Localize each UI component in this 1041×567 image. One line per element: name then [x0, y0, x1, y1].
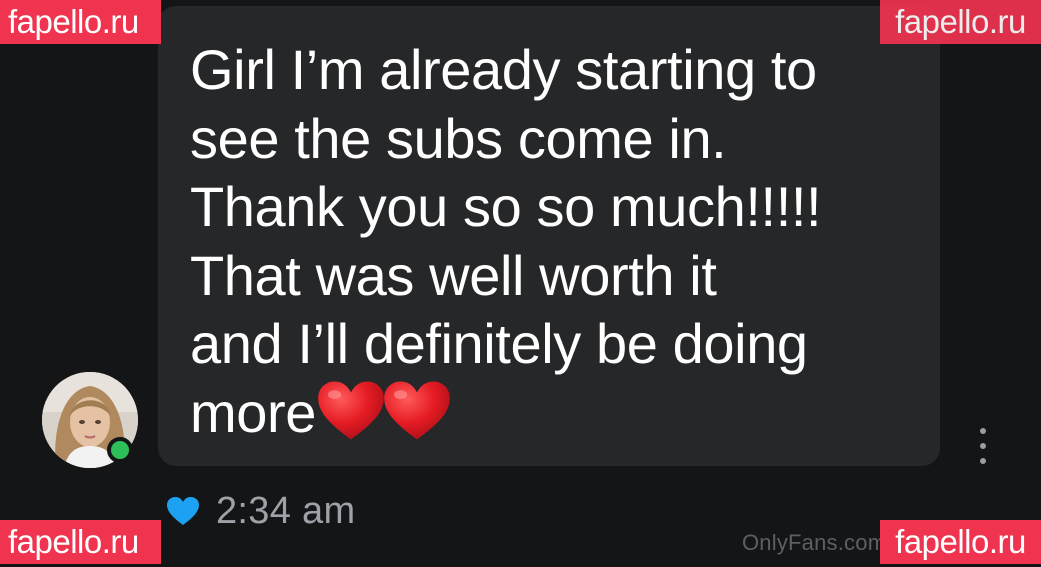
dot	[980, 443, 986, 449]
watermark-top-right: fapello.ru	[880, 0, 1041, 44]
watermark-top-left: fapello.ru	[0, 0, 161, 44]
dot	[980, 458, 986, 464]
watermark-bottom-right: fapello.ru	[880, 520, 1041, 564]
chat-screen: Girl I’m already starting to see the sub…	[0, 0, 1041, 567]
dot	[980, 428, 986, 434]
online-status-indicator	[107, 437, 133, 463]
message-meta: 2:34 am	[166, 486, 355, 536]
message-text: Girl I’m already starting to see the sub…	[190, 36, 920, 457]
watermark-bottom-left: fapello.ru	[0, 520, 161, 564]
source-watermark: OnlyFans.com/	[742, 530, 893, 555]
heart-icon[interactable]	[166, 496, 200, 526]
message-bubble[interactable]: Girl I’m already starting to see the sub…	[158, 6, 940, 466]
message-body: Girl I’m already starting to see the sub…	[190, 38, 822, 444]
red-heart-icon	[384, 380, 450, 439]
message-timestamp: 2:34 am	[216, 489, 356, 532]
red-heart-icon	[318, 380, 384, 439]
heart-emoji-icon	[316, 380, 450, 458]
more-options-icon[interactable]	[970, 428, 996, 464]
